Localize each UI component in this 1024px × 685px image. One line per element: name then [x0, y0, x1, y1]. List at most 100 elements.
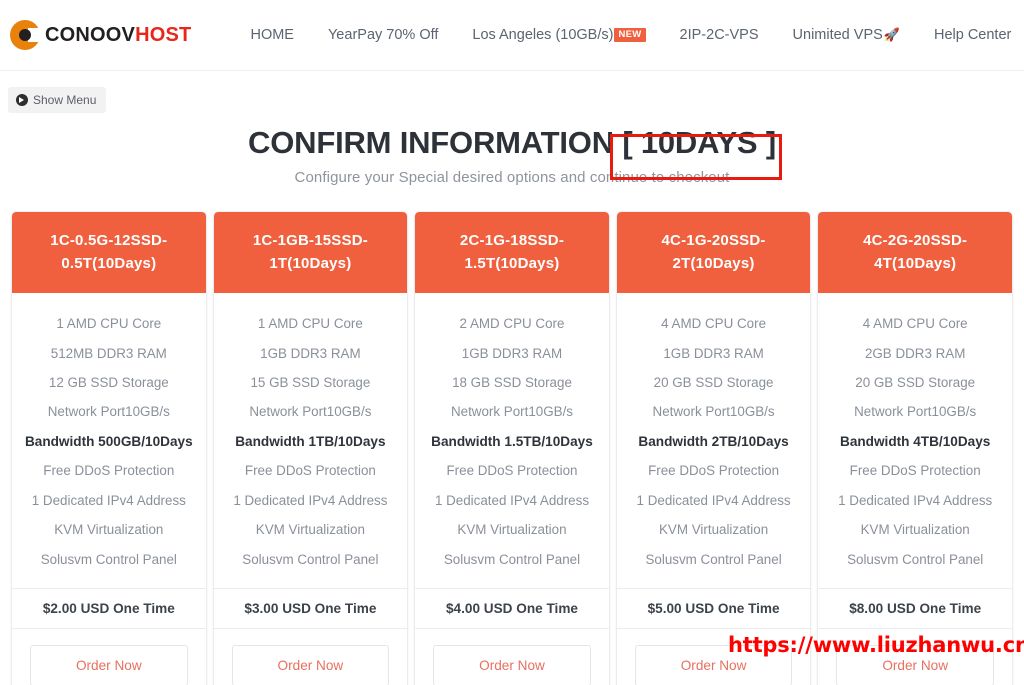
plan-feature: Network Port10GB/s [652, 404, 775, 420]
plan-title: 1C-0.5G-12SSD-0.5T(10Days) [12, 211, 206, 294]
plan-feature: KVM Virtualization [860, 522, 970, 538]
plan-feature: 15 GB SSD Storage [250, 374, 371, 390]
plan-feature-bandwidth: Bandwidth 4TB/10Days [840, 433, 991, 449]
new-badge: NEW [614, 28, 646, 42]
plan-price: $5.00 USD One Time [616, 587, 811, 629]
plan-feature: 4 AMD CPU Core [862, 316, 968, 332]
plan-feature: Network Port10GB/s [47, 404, 170, 420]
plan-feature-list: 4 AMD CPU Core 2GB DDR3 RAM 20 GB SSD St… [818, 293, 1012, 588]
nav-item-label: Help Center [933, 27, 1012, 43]
plan-feature-bandwidth: Bandwidth 500GB/10Days [24, 433, 193, 449]
plan-feature: KVM Virtualization [54, 522, 164, 538]
pricing-plan-grid: 1C-0.5G-12SSD-0.5T(10Days) 1 AMD CPU Cor… [0, 211, 1024, 685]
order-now-button[interactable]: Order Now [30, 644, 188, 685]
nav-item-help-center[interactable]: Help Center [917, 19, 1024, 51]
plan-feature: 20 GB SSD Storage [653, 374, 774, 390]
plan-cta-wrap: Order Now [12, 629, 206, 685]
show-menu-label: Show Menu [33, 93, 97, 107]
plan-feature-bandwidth: Bandwidth 1TB/10Days [235, 433, 386, 449]
top-navbar: CONOOVHOST HOME YearPay 70% Off Los Ange… [0, 0, 1024, 71]
pricing-card: 1C-1GB-15SSD-1T(10Days) 1 AMD CPU Core 1… [213, 211, 408, 685]
order-now-button[interactable]: Order Now [634, 644, 793, 685]
plan-feature: 1 Dedicated IPv4 Address [434, 492, 590, 508]
plan-feature: Free DDoS Protection [244, 463, 376, 479]
plan-price: $3.00 USD One Time [213, 587, 408, 629]
nav-item-label: Unimited VPS [792, 27, 883, 43]
rocket-icon: 🚀 [883, 27, 900, 42]
plan-cta-wrap: Order Now [818, 629, 1012, 685]
plan-feature: Free DDoS Protection [43, 463, 175, 479]
plan-feature: Free DDoS Protection [849, 463, 981, 479]
plan-feature: 20 GB SSD Storage [855, 374, 976, 390]
brand-name-secondary: HOST [135, 24, 192, 46]
pricing-card: 4C-1G-20SSD-2T(10Days) 4 AMD CPU Core 1G… [616, 211, 811, 685]
pricing-card: 1C-0.5G-12SSD-0.5T(10Days) 1 AMD CPU Cor… [12, 211, 206, 685]
order-now-button[interactable]: Order Now [433, 644, 591, 685]
plan-feature: 1 AMD CPU Core [56, 316, 162, 332]
plan-feature-bandwidth: Bandwidth 1.5TB/10Days [431, 433, 593, 449]
plan-feature-list: 1 AMD CPU Core 512MB DDR3 RAM 12 GB SSD … [12, 293, 206, 588]
plan-feature: 2GB DDR3 RAM [864, 345, 966, 361]
brand-wordmark: CONOOVHOST [45, 25, 191, 45]
plan-feature: Solusvm Control Panel [847, 551, 984, 567]
show-menu-bar: Show Menu [0, 71, 1024, 113]
brand-logo[interactable]: CONOOVHOST [10, 20, 191, 50]
plan-cta-wrap: Order Now [214, 629, 408, 685]
primary-nav: HOME YearPay 70% Off Los Angeles (10GB/s… [233, 19, 1024, 51]
plan-feature: KVM Virtualization [658, 522, 769, 538]
plan-price: $4.00 USD One Time [415, 587, 609, 629]
plan-feature: 512MB DDR3 RAM [50, 345, 167, 361]
page-heading-block: CONFIRM INFORMATION [ 10DAYS ] Configure… [0, 125, 1024, 186]
plan-feature: Solusvm Control Panel [645, 551, 782, 567]
plan-cta-wrap: Order Now [617, 629, 811, 685]
plan-feature: Network Port10GB/s [854, 404, 977, 420]
plan-title: 4C-1G-20SSD-2T(10Days) [616, 211, 811, 294]
plan-price: $2.00 USD One Time [12, 587, 206, 629]
plan-feature: KVM Virtualization [457, 522, 567, 538]
nav-item-2ip-2c-vps[interactable]: 2IP-2C-VPS [663, 19, 776, 51]
plan-feature-bandwidth: Bandwidth 2TB/10Days [638, 433, 789, 449]
nav-item-los-angeles[interactable]: Los Angeles (10GB/s) NEW [455, 19, 662, 51]
nav-item-label: YearPay 70% Off [327, 27, 439, 43]
plan-feature: 1 Dedicated IPv4 Address [31, 492, 186, 508]
show-menu-button[interactable]: Show Menu [8, 87, 107, 113]
plan-feature: 4 AMD CPU Core [661, 316, 767, 332]
nav-item-home[interactable]: HOME [233, 19, 311, 51]
plan-cta-wrap: Order Now [415, 629, 609, 685]
plan-feature: KVM Virtualization [255, 522, 365, 538]
pricing-card: 4C-2G-20SSD-4T(10Days) 4 AMD CPU Core 2G… [818, 211, 1012, 685]
plan-feature: Free DDoS Protection [446, 463, 578, 479]
arrow-right-circle-icon [16, 94, 28, 106]
plan-feature: 1 Dedicated IPv4 Address [636, 492, 791, 508]
plan-title: 1C-1GB-15SSD-1T(10Days) [213, 211, 408, 294]
plan-feature: Network Port10GB/s [249, 404, 372, 420]
plan-feature: 12 GB SSD Storage [48, 374, 169, 390]
plan-title: 4C-2G-20SSD-4T(10Days) [818, 211, 1012, 294]
page-subtitle: Configure your Special desired options a… [294, 168, 730, 186]
nav-item-yearpay[interactable]: YearPay 70% Off [311, 19, 455, 51]
plan-feature-list: 2 AMD CPU Core 1GB DDR3 RAM 18 GB SSD St… [415, 293, 609, 588]
plan-feature: 1 AMD CPU Core [257, 316, 363, 332]
plan-feature: 1GB DDR3 RAM [461, 345, 563, 361]
plan-feature: 2 AMD CPU Core [459, 316, 565, 332]
brand-name-primary: CONOOV [45, 24, 136, 46]
nav-item-unimited-vps[interactable]: Unimited VPS 🚀 [776, 19, 917, 51]
plan-feature: 1 Dedicated IPv4 Address [233, 492, 388, 508]
plan-feature: Solusvm Control Panel [443, 551, 581, 567]
plan-feature-list: 1 AMD CPU Core 1GB DDR3 RAM 15 GB SSD St… [214, 293, 408, 588]
order-now-button[interactable]: Order Now [836, 644, 994, 685]
order-now-button[interactable]: Order Now [231, 644, 390, 685]
page-title: CONFIRM INFORMATION [ 10DAYS ] [248, 125, 776, 160]
nav-item-label: HOME [250, 27, 294, 43]
plan-feature: Solusvm Control Panel [242, 551, 379, 567]
nav-item-label: Los Angeles (10GB/s) [472, 27, 614, 43]
plan-feature: 1GB DDR3 RAM [260, 345, 361, 361]
nav-item-label: 2IP-2C-VPS [679, 27, 759, 43]
plan-feature: Solusvm Control Panel [40, 551, 177, 567]
plan-feature: 1 Dedicated IPv4 Address [838, 492, 993, 508]
plan-feature: 1GB DDR3 RAM [663, 345, 764, 361]
plan-feature-list: 4 AMD CPU Core 1GB DDR3 RAM 20 GB SSD St… [617, 293, 811, 588]
plan-feature: 18 GB SSD Storage [452, 374, 572, 390]
plan-feature: Network Port10GB/s [450, 404, 573, 420]
plan-feature: Free DDoS Protection [648, 463, 780, 479]
